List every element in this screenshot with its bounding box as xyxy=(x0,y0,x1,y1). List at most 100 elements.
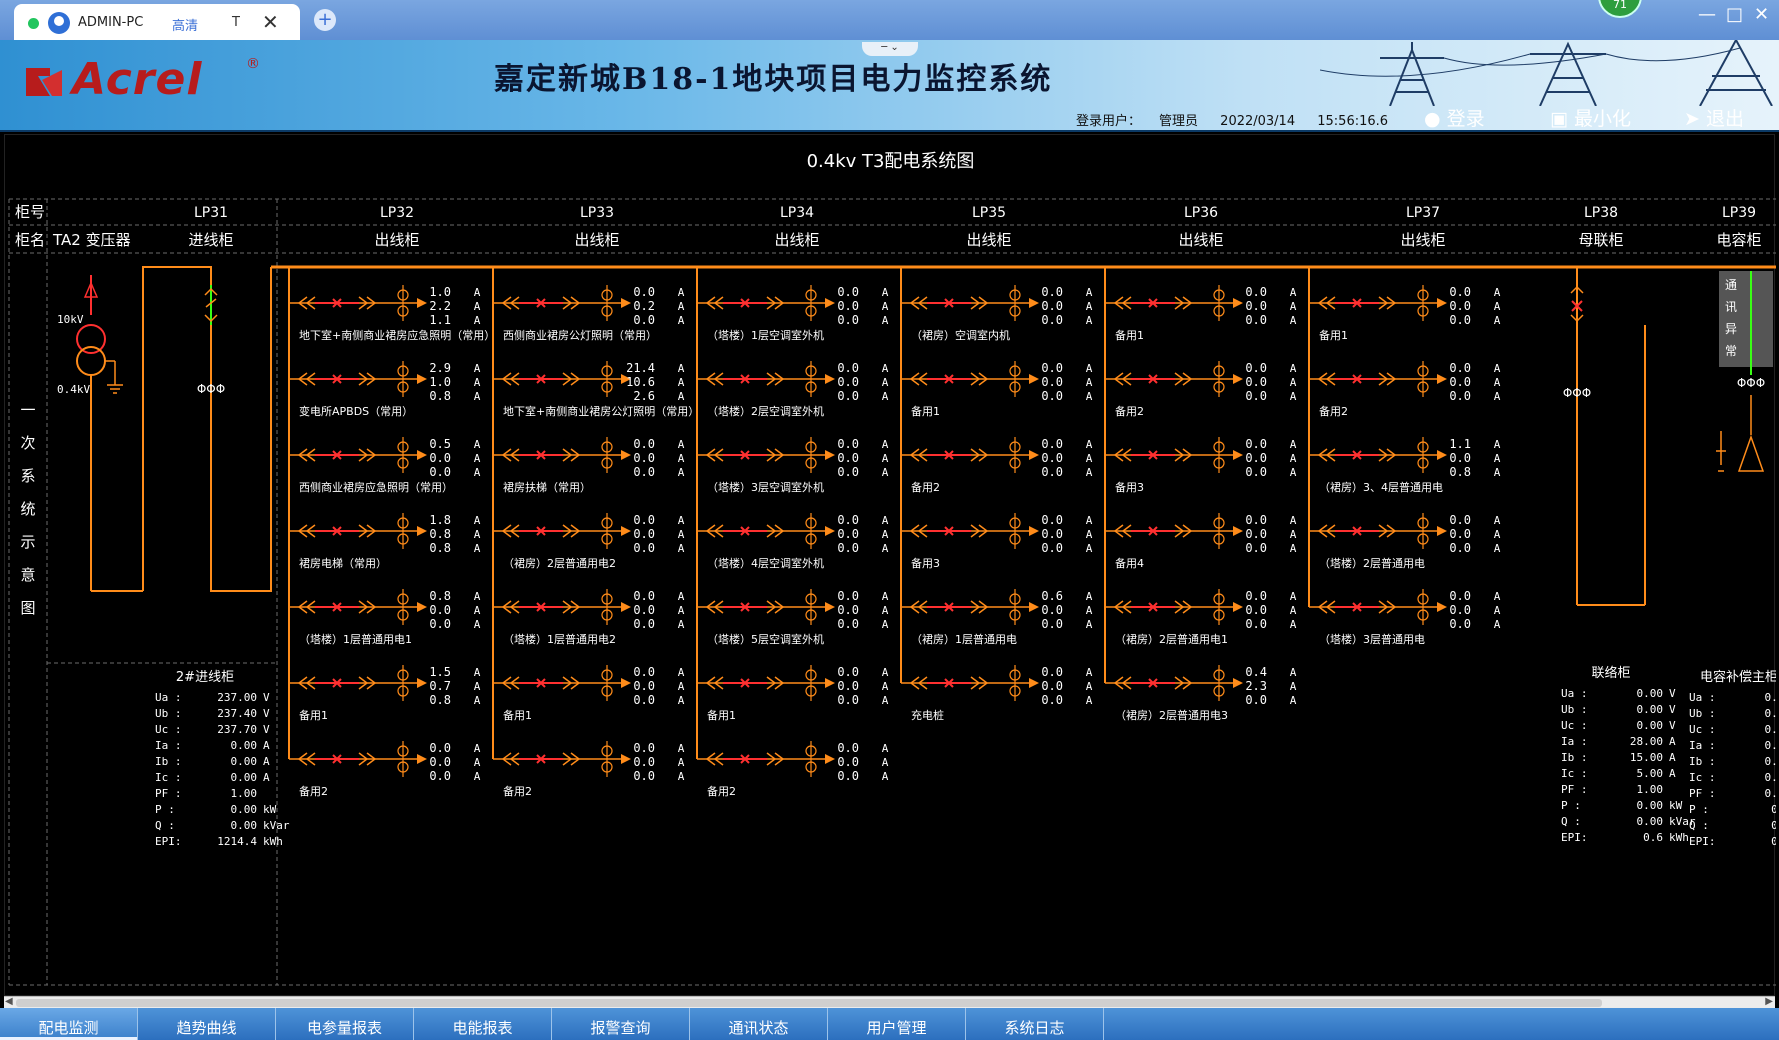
tie-meter-unit: kW xyxy=(1669,799,1683,812)
feeder-circuit-name: 备用1 xyxy=(503,708,532,722)
feeder-current-unit: A xyxy=(882,438,889,451)
login-user-label: 登录用户： xyxy=(1076,114,1142,129)
feeder-circuit-name: 备用3 xyxy=(1115,480,1144,494)
cabinet-name-LP32: 出线柜 xyxy=(374,231,419,249)
feeder-current-unit: A xyxy=(882,452,889,465)
feeder-current-value: 2.6 xyxy=(633,389,655,403)
window-maximize-icon[interactable]: □ xyxy=(1726,4,1743,25)
scroll-left-icon[interactable]: ◀ xyxy=(5,996,13,1007)
capacitor-ct-icon: ΦΦΦ xyxy=(1737,376,1765,390)
login-button[interactable]: ● 登录 xyxy=(1424,104,1485,131)
scroll-right-icon[interactable]: ▶ xyxy=(1765,996,1773,1007)
exit-button[interactable]: ➤ 退出 xyxy=(1684,104,1744,131)
nav-item-1[interactable]: 趋势曲线 xyxy=(138,1008,276,1040)
side-label-char: 统 xyxy=(20,500,35,518)
incoming-meter-key: Q : xyxy=(155,819,175,832)
tab-close-icon[interactable]: ✕ xyxy=(262,10,279,34)
feeder-arrow-icon xyxy=(621,678,631,688)
incoming-meter-unit: V xyxy=(263,691,270,704)
feeder-current-value: 0.0 xyxy=(1041,437,1063,451)
feeder-arrow-icon xyxy=(1437,298,1447,308)
incoming-meter-value: 0.00 xyxy=(231,819,258,832)
feeder-circuit-name: 西侧商业裙房公灯照明（常用） xyxy=(503,328,657,342)
feeder-current-value: 0.0 xyxy=(1245,299,1267,313)
cabinet-no-LP34: LP34 xyxy=(780,205,814,221)
nav-item-3[interactable]: 电能报表 xyxy=(414,1008,552,1040)
feeder-current-value: 0.0 xyxy=(1041,313,1063,327)
feeder-arrow-icon xyxy=(1437,374,1447,384)
incoming-meter-value: 237.70 xyxy=(217,723,257,736)
incoming-meter-value: 0.00 xyxy=(231,755,258,768)
feeder-current-value: 0.8 xyxy=(429,589,451,603)
logo-mark-icon xyxy=(26,68,62,96)
nav-item-5[interactable]: 通讯状态 xyxy=(690,1008,828,1040)
feeder-current-value: 0.0 xyxy=(633,541,655,555)
incoming-meter-key: Ua : xyxy=(155,691,182,704)
feeder-current-value: 0.0 xyxy=(1245,617,1267,631)
feeder-current-value: 0.0 xyxy=(837,769,859,783)
incoming-meter-key: Ib : xyxy=(155,755,182,768)
tab-user-name: ADMIN-PC xyxy=(78,15,144,30)
feeder-circuit-name: 备用2 xyxy=(911,480,940,494)
feeder-current-unit: A xyxy=(474,756,481,769)
browser-tab[interactable]: ADMIN-PC 高清 T ✕ xyxy=(14,4,300,40)
incoming-meter-key: PF : xyxy=(155,787,182,800)
feeder-current-value: 0.0 xyxy=(1245,375,1267,389)
feeder-current-unit: A xyxy=(1494,514,1501,527)
feeder-arrow-icon xyxy=(417,374,427,384)
feeder-current-unit: A xyxy=(1494,604,1501,617)
nav-item-2[interactable]: 电参量报表 xyxy=(276,1008,414,1040)
feeder-current-value: 0.0 xyxy=(837,313,859,327)
tie-meter-value: 1.00 xyxy=(1637,783,1664,796)
feeder-current-value: 0.0 xyxy=(837,513,859,527)
nav-item-0[interactable]: 配电监测 xyxy=(0,1008,138,1040)
feeder-circuit-name: （塔楼）4层空调室外机 xyxy=(707,556,824,570)
incoming-meter-value: 0.00 xyxy=(231,803,258,816)
tab-quality-label[interactable]: 高清 xyxy=(172,15,198,34)
feeder-current-value: 0.0 xyxy=(1245,693,1267,707)
nav-item-6[interactable]: 用户管理 xyxy=(828,1008,966,1040)
nav-item-4[interactable]: 报警查询 xyxy=(552,1008,690,1040)
feeder-current-value: 0.0 xyxy=(633,679,655,693)
nav-item-7[interactable]: 系统日志 xyxy=(966,1008,1104,1040)
minimize-button[interactable]: ▣ 最小化 xyxy=(1550,104,1631,131)
feeder-current-unit: A xyxy=(1086,666,1093,679)
capacitor-meter-key: PF : xyxy=(1689,787,1716,800)
feeder-current-unit: A xyxy=(1290,542,1297,555)
feeder-current-value: 0.0 xyxy=(1449,389,1471,403)
feeder-current-unit: A xyxy=(1494,528,1501,541)
feeder-current-value: 0.0 xyxy=(837,755,859,769)
feeder-arrow-icon xyxy=(1437,526,1447,536)
feeder-current-value: 0.0 xyxy=(837,299,859,313)
feeder-current-value: 0.0 xyxy=(633,451,655,465)
feeder-arrow-icon xyxy=(1029,450,1039,460)
feeder-circuit-name: 变电所APBDS（常用） xyxy=(299,404,413,418)
feeder-current-unit: A xyxy=(882,756,889,769)
feeder-current-unit: A xyxy=(1290,286,1297,299)
feeder-arrow-icon xyxy=(1233,602,1243,612)
capacitor-meter-key: EPI: xyxy=(1689,835,1716,848)
feeder-current-unit: A xyxy=(1086,514,1093,527)
window-minimize-icon[interactable]: — xyxy=(1698,4,1716,25)
feeder-current-unit: A xyxy=(678,528,685,541)
feeder-current-unit: A xyxy=(1290,514,1297,527)
capacitor-meter-value: 0.00 xyxy=(1765,691,1777,704)
feeder-current-value: 0.4 xyxy=(1245,665,1267,679)
feeder-current-unit: A xyxy=(882,590,889,603)
feeder-current-unit: A xyxy=(1290,604,1297,617)
feeder-current-unit: A xyxy=(882,390,889,403)
feeder-arrow-icon xyxy=(1029,678,1039,688)
cabinet-name-LP31: 进线柜 xyxy=(188,231,233,249)
feeder-current-unit: A xyxy=(882,514,889,527)
feeder-arrow-icon xyxy=(1233,374,1243,384)
notification-badge[interactable]: 71 xyxy=(1598,0,1642,18)
scrollbar-thumb[interactable] xyxy=(16,999,1602,1007)
incoming-meter-unit: kVar xyxy=(263,819,290,832)
new-tab-icon[interactable]: + xyxy=(314,9,336,31)
feeder-current-unit: A xyxy=(1290,362,1297,375)
horizontal-scrollbar[interactable]: ◀ ▶ xyxy=(4,996,1775,1008)
window-close-icon[interactable]: ✕ xyxy=(1754,4,1769,25)
status-time: 15:56:16.6 xyxy=(1317,114,1389,129)
single-line-diagram-panel: 0.4kv T3配电系统图 柜号 柜名 TA2 变压器 LP31 进线柜 LP32 出线柜 L… xyxy=(4,134,1779,996)
tie-meter-value: 0.6 xyxy=(1643,831,1663,844)
